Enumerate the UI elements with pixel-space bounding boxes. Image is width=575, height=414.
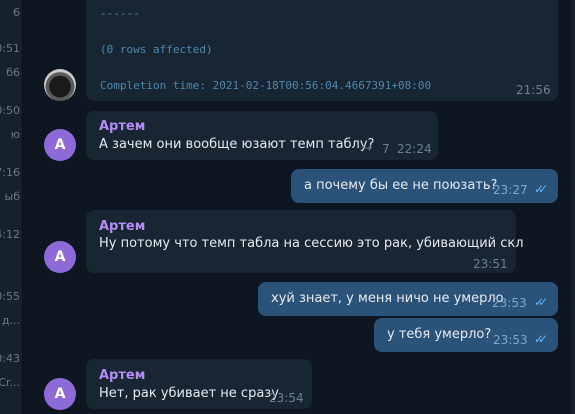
message-author[interactable]: Артем xyxy=(99,219,145,234)
message-time: 22:24 xyxy=(397,142,432,156)
chat-list-snippet: ыб xyxy=(4,190,20,203)
chat-list-snippet: 6 xyxy=(13,6,20,19)
message-text: А зачем они вообще юзают темп таблу? xyxy=(99,137,375,152)
message-time: 21:56 xyxy=(516,83,551,97)
message-text: хуй знает, у меня ничо не умерло xyxy=(271,291,504,306)
avatar[interactable]: A xyxy=(44,129,76,161)
message-text: Ну потому что темп табла на сессию это р… xyxy=(99,236,524,251)
message-bubble-outgoing: а почему бы ее не поюзать? 23:27 ✓✓ xyxy=(291,169,558,203)
message-time: 23:53 xyxy=(492,296,527,310)
avatar-letter: A xyxy=(54,249,66,265)
code-line: ------ xyxy=(100,7,140,20)
message-text: у тебя умерло? xyxy=(387,327,492,342)
message-bubble-outgoing: у тебя умерло? 23:53 ✓✓ xyxy=(374,318,558,352)
chat-list-time: 0:51 xyxy=(0,42,20,55)
message-bubble-outgoing: хуй знает, у меня ничо не умерло 23:53 ✓… xyxy=(258,282,558,316)
reply-icon[interactable]: ↪ xyxy=(362,141,372,155)
message-bubble: Артем А зачем они вообще юзают темп табл… xyxy=(86,111,438,160)
message-time: 23:51 xyxy=(473,257,508,271)
message-time: 23:54 xyxy=(269,391,304,405)
chat-list-snippet: б6 xyxy=(6,66,20,79)
chat-list-snippet: д... xyxy=(1,314,20,327)
code-line: (0 rows affected) xyxy=(100,43,213,56)
read-check-icon: ✓✓ xyxy=(534,295,548,309)
message-time: 23:27 xyxy=(493,183,528,197)
message-author[interactable]: Артем xyxy=(99,119,145,134)
code-message-bubble: 0 ------ (0 rows affected) Completion ti… xyxy=(86,0,558,101)
chat-list-snippet: ю xyxy=(10,128,20,141)
chat-list-time: 7:16 xyxy=(0,166,20,179)
chat-list-time: 0:43 xyxy=(0,352,20,365)
message-time: 23:53 xyxy=(493,333,528,347)
avatar[interactable] xyxy=(44,69,76,101)
code-line: 0 xyxy=(100,0,107,3)
message-bubble: Артем Нет, рак убивает не сразу 23:54 xyxy=(86,359,312,409)
read-check-icon: ✓✓ xyxy=(534,332,548,346)
avatar[interactable]: A xyxy=(44,241,76,273)
avatar-letter: A xyxy=(54,137,66,153)
message-text: а почему бы ее не поюзать? xyxy=(304,178,498,193)
code-line: Completion time: 2021-02-18T00:56:04.466… xyxy=(100,79,432,92)
chat-list-time: 4:12 xyxy=(0,228,20,241)
message-text: Нет, рак убивает не сразу xyxy=(99,386,279,401)
chat-list-strip[interactable]: 6 0:51 б6 0:50 ю 7:16 ыб 4:12 0:55 д... … xyxy=(0,0,23,414)
message-bubble: Артем Ну потому что темп табла на сессию… xyxy=(86,210,524,273)
message-author[interactable]: Артем xyxy=(99,368,145,383)
avatar-letter: A xyxy=(54,386,66,402)
read-check-icon: ✓✓ xyxy=(534,182,548,196)
chat-list-time: 0:55 xyxy=(0,290,20,303)
avatar[interactable]: A xyxy=(44,378,76,410)
scrollbar-track[interactable] xyxy=(571,0,575,414)
chat-list-time: 0:50 xyxy=(0,104,20,117)
chat-list-snippet: Cr... xyxy=(0,376,20,389)
reply-count[interactable]: 7 xyxy=(382,142,390,156)
